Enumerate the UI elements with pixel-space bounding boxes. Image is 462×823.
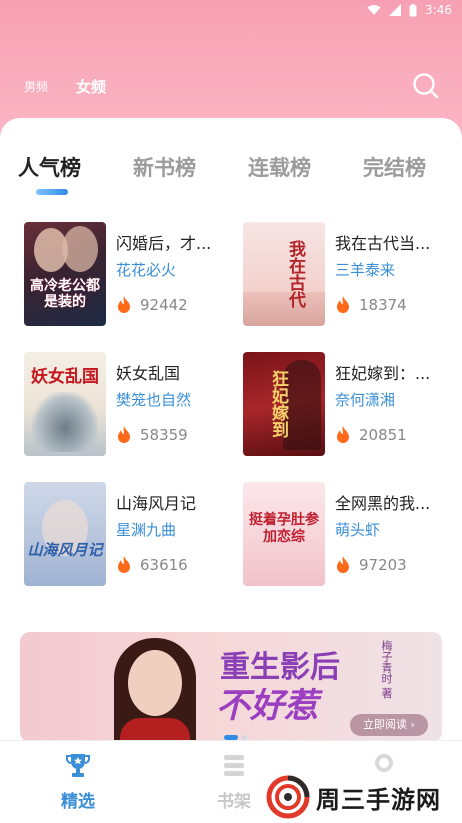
watermark-text: 周三手游网	[316, 785, 441, 814]
banner-author: 梅子青时 著	[380, 640, 393, 699]
gender-tabs: 男频 女频	[24, 76, 106, 97]
tab-new[interactable]: 新书榜	[133, 152, 196, 202]
book-title: 妖女乱国	[116, 364, 181, 383]
book-item[interactable]: 高冷老公都是装的 闪婚后，才... 花花必火 92442	[24, 222, 234, 328]
watermark: 周三手游网	[266, 774, 462, 820]
book-item[interactable]: 挺着孕肚参加恋综 全网黑的我... 萌头虾 97203	[243, 482, 453, 588]
book-author[interactable]: 三羊泰来	[335, 259, 445, 280]
wifi-icon	[367, 4, 381, 16]
tab-female[interactable]: 女频	[76, 76, 106, 97]
search-icon	[413, 73, 439, 99]
cover-title: 挺着孕肚参加恋综	[249, 512, 319, 545]
book-author[interactable]: 奈何潇湘	[335, 389, 445, 410]
cover-title: 狂妃嫁到	[268, 370, 288, 438]
book-author[interactable]: 樊笼也自然	[116, 389, 226, 410]
bookshelf-icon	[224, 755, 244, 776]
fire-icon	[337, 296, 349, 313]
rank-tabs: 人气榜 新书榜 连载榜 完结榜	[18, 152, 462, 202]
book-item[interactable]: 山海风月记 山海风月记 星渊九曲 63616	[24, 482, 234, 588]
cover-title: 山海风月记	[27, 541, 103, 559]
banner-portrait	[100, 638, 210, 742]
fire-icon	[337, 426, 349, 443]
cover-title: 妖女乱国	[31, 367, 99, 387]
book-item[interactable]: 妖女乱国 妖女乱国 樊笼也自然 58359	[24, 352, 234, 458]
nav-picks[interactable]: 精选	[38, 741, 118, 823]
watermark-logo-icon	[266, 775, 310, 819]
book-title: 我在古代当...	[335, 234, 431, 253]
promo-banner[interactable]: 重生影后 不好惹 梅子青时 著 立即阅读 ›	[20, 632, 442, 742]
hot-count: 18374	[335, 296, 407, 314]
book-cover: 我在古代	[243, 222, 325, 326]
tab-complete[interactable]: 完结榜	[363, 152, 426, 202]
book-title: 全网黑的我...	[335, 494, 431, 513]
fire-icon	[118, 556, 130, 573]
book-item[interactable]: 狂妃嫁到 狂妃嫁到：... 奈何潇湘 20851	[243, 352, 453, 458]
book-cover: 高冷老公都是装的	[24, 222, 106, 326]
battery-icon	[409, 3, 417, 17]
book-item[interactable]: 我在古代 我在古代当... 三羊泰来 18374	[243, 222, 453, 328]
nav-shelf[interactable]: 书架	[194, 741, 274, 823]
nav-picks-label: 精选	[61, 792, 95, 812]
book-title: 闪婚后，才...	[116, 234, 212, 253]
book-author[interactable]: 花花必火	[116, 259, 226, 280]
book-title: 山海风月记	[116, 494, 197, 513]
tab-serial[interactable]: 连载榜	[248, 152, 311, 202]
book-cover: 狂妃嫁到	[243, 352, 325, 456]
hot-count: 58359	[116, 426, 188, 444]
banner-title-line2: 不好惹	[216, 686, 318, 726]
book-cover: 山海风月记	[24, 482, 106, 586]
book-author[interactable]: 星渊九曲	[116, 519, 226, 540]
hot-count: 63616	[116, 556, 188, 574]
hot-count: 92442	[116, 296, 188, 314]
hot-count: 20851	[335, 426, 407, 444]
tab-male[interactable]: 男频	[24, 78, 48, 95]
status-time: 3:46	[425, 3, 452, 17]
active-tab-indicator	[36, 189, 68, 195]
search-button[interactable]	[410, 70, 442, 102]
trophy-icon	[66, 754, 90, 777]
book-cover: 挺着孕肚参加恋综	[243, 482, 325, 586]
cover-title: 我在古代	[285, 240, 305, 308]
read-now-button[interactable]: 立即阅读 ›	[350, 714, 428, 736]
hot-count: 97203	[335, 556, 407, 574]
book-author[interactable]: 萌头虾	[335, 519, 445, 540]
signal-icon	[389, 4, 402, 16]
status-bar: 3:46	[0, 0, 462, 20]
nav-shelf-label: 书架	[217, 792, 251, 812]
fire-icon	[118, 296, 130, 313]
cover-title: 高冷老公都是装的	[30, 278, 100, 310]
book-title: 狂妃嫁到：...	[335, 364, 431, 383]
fire-icon	[337, 556, 349, 573]
fire-icon	[118, 426, 130, 443]
book-cover: 妖女乱国	[24, 352, 106, 456]
